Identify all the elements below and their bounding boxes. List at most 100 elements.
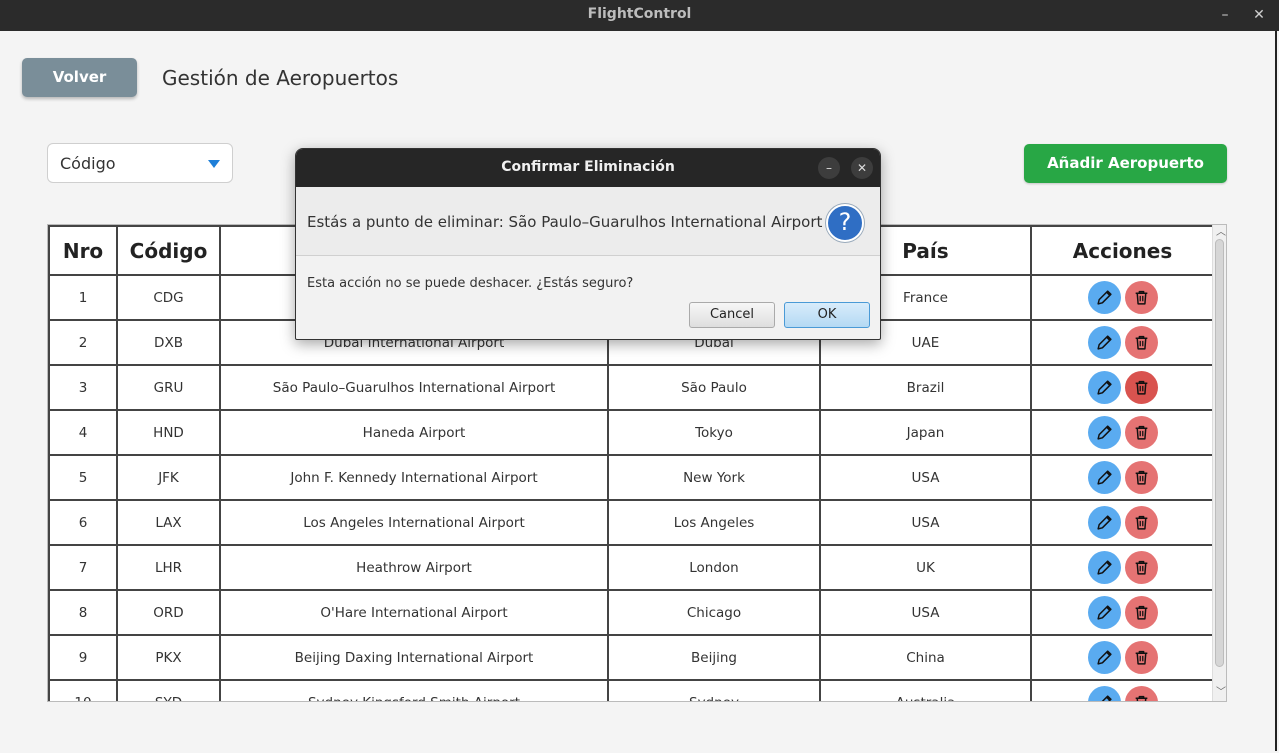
cell-country: Brazil bbox=[819, 364, 1032, 411]
table-row[interactable]: 3 GRU São Paulo–Guarulhos International Ai… bbox=[48, 364, 1215, 411]
delete-button[interactable] bbox=[1124, 326, 1158, 359]
table-row[interactable]: 7 LHR Heathrow Airport London UK bbox=[48, 544, 1215, 591]
delete-button[interactable] bbox=[1124, 686, 1158, 701]
cell-city: London bbox=[607, 544, 821, 591]
cell-name: Beijing Daxing International Airport bbox=[219, 634, 609, 681]
delete-button[interactable] bbox=[1124, 641, 1158, 674]
cell-code: CDG bbox=[116, 274, 221, 321]
cell-actions bbox=[1030, 364, 1215, 411]
chevron-down-icon bbox=[208, 160, 220, 168]
column-header-code[interactable]: Código bbox=[116, 225, 221, 276]
cell-code: LAX bbox=[116, 499, 221, 546]
cell-actions bbox=[1030, 499, 1215, 546]
delete-button[interactable] bbox=[1124, 371, 1158, 404]
cell-country: Australia bbox=[819, 679, 1032, 701]
edit-button[interactable] bbox=[1087, 506, 1121, 539]
cell-country: USA bbox=[819, 499, 1032, 546]
edit-button[interactable] bbox=[1087, 281, 1121, 314]
cell-city: Beijing bbox=[607, 634, 821, 681]
cell-actions bbox=[1030, 544, 1215, 591]
cell-actions bbox=[1030, 589, 1215, 636]
close-icon[interactable]: ✕ bbox=[1248, 4, 1270, 26]
edit-button[interactable] bbox=[1087, 416, 1121, 449]
cell-code: PKX bbox=[116, 634, 221, 681]
table-row[interactable]: 9 PKX Beijing Daxing International Airport… bbox=[48, 634, 1215, 681]
cell-name: O'Hare International Airport bbox=[219, 589, 609, 636]
cell-actions bbox=[1030, 274, 1215, 321]
cell-code: DXB bbox=[116, 319, 221, 366]
cell-city: São Paulo bbox=[607, 364, 821, 411]
table-row[interactable]: 8 ORD O'Hare International Airport Chicago U… bbox=[48, 589, 1215, 636]
cell-actions bbox=[1030, 319, 1215, 366]
cell-code: JFK bbox=[116, 454, 221, 501]
column-header-actions: Acciones bbox=[1030, 225, 1215, 276]
add-airport-button[interactable]: Añadir Aeropuerto bbox=[1024, 144, 1227, 183]
cell-actions bbox=[1030, 409, 1215, 456]
scroll-down-icon[interactable]: ﹀ bbox=[1216, 688, 1226, 698]
back-button[interactable]: Volver bbox=[22, 58, 137, 97]
table-row[interactable]: 4 HND Haneda Airport Tokyo Japan bbox=[48, 409, 1215, 456]
cell-nro: 8 bbox=[48, 589, 118, 636]
cell-city: Tokyo bbox=[607, 409, 821, 456]
cell-nro: 3 bbox=[48, 364, 118, 411]
cell-nro: 2 bbox=[48, 319, 118, 366]
cell-city: Chicago bbox=[607, 589, 821, 636]
scroll-up-icon[interactable]: ︿ bbox=[1216, 228, 1226, 238]
cell-city: New York bbox=[607, 454, 821, 501]
window-title: FlightControl bbox=[587, 6, 692, 22]
cell-nro: 5 bbox=[48, 454, 118, 501]
cell-nro: 6 bbox=[48, 499, 118, 546]
cell-actions bbox=[1030, 634, 1215, 681]
dialog-content-text: Esta acción no se puede deshacer. ¿Estás… bbox=[307, 276, 634, 291]
dialog-masthead: Estás a punto de eliminar: São Paulo–Gua… bbox=[296, 187, 880, 256]
cell-nro: 9 bbox=[48, 634, 118, 681]
edit-button[interactable] bbox=[1087, 551, 1121, 584]
ok-button[interactable]: OK bbox=[784, 302, 870, 328]
delete-button[interactable] bbox=[1124, 281, 1158, 314]
cell-country: UK bbox=[819, 544, 1032, 591]
cell-country: USA bbox=[819, 589, 1032, 636]
dialog-title: Confirmar Eliminación bbox=[501, 159, 675, 175]
edit-button[interactable] bbox=[1087, 596, 1121, 629]
edit-button[interactable] bbox=[1087, 461, 1121, 494]
minimize-icon[interactable]: – bbox=[1214, 4, 1236, 26]
question-icon: ? bbox=[826, 204, 864, 242]
delete-button[interactable] bbox=[1124, 551, 1158, 584]
dialog-minimize-icon[interactable]: – bbox=[818, 157, 840, 179]
cell-actions bbox=[1030, 679, 1215, 701]
cell-code: HND bbox=[116, 409, 221, 456]
table-scrollbar[interactable]: ︿ ﹀ bbox=[1212, 225, 1226, 701]
cell-code: SYD bbox=[116, 679, 221, 701]
table-row[interactable]: 10SYDSydney Kingsford Smith AirportSydne… bbox=[48, 679, 1215, 701]
cell-nro: 4 bbox=[48, 409, 118, 456]
delete-button[interactable] bbox=[1124, 416, 1158, 449]
filter-selected-value: Código bbox=[60, 154, 116, 173]
delete-button[interactable] bbox=[1124, 596, 1158, 629]
edit-button[interactable] bbox=[1087, 686, 1121, 701]
table-row[interactable]: 5 JFK John F. Kennedy International Airpor… bbox=[48, 454, 1215, 501]
cancel-button[interactable]: Cancel bbox=[689, 302, 775, 328]
cell-nro: 10 bbox=[48, 679, 118, 701]
cell-city: Los Angeles bbox=[607, 499, 821, 546]
cell-name: John F. Kennedy International Airport bbox=[219, 454, 609, 501]
cell-name: São Paulo–Guarulhos International Airpor… bbox=[219, 364, 609, 411]
cell-code: LHR bbox=[116, 544, 221, 591]
delete-button[interactable] bbox=[1124, 506, 1158, 539]
cell-country: China bbox=[819, 634, 1032, 681]
cell-city: Sydney bbox=[607, 679, 821, 701]
cell-actions bbox=[1030, 454, 1215, 501]
edit-button[interactable] bbox=[1087, 371, 1121, 404]
app-content: Volver Gestión de Aeropuertos Código Aña… bbox=[0, 31, 1277, 751]
edit-button[interactable] bbox=[1087, 326, 1121, 359]
scrollbar-thumb[interactable] bbox=[1215, 239, 1224, 667]
table-row[interactable]: 6 LAX Los Angeles International Airport Los… bbox=[48, 499, 1215, 546]
dialog-header-text: Estás a punto de eliminar: São Paulo–Gua… bbox=[307, 213, 823, 231]
cell-name: Heathrow Airport bbox=[219, 544, 609, 591]
dialog-titlebar: Confirmar Eliminación – ✕ bbox=[296, 149, 880, 187]
column-header-nro[interactable]: Nro bbox=[48, 225, 118, 276]
filter-select[interactable]: Código bbox=[47, 143, 233, 183]
dialog-close-icon[interactable]: ✕ bbox=[851, 157, 873, 179]
edit-button[interactable] bbox=[1087, 641, 1121, 674]
delete-button[interactable] bbox=[1124, 461, 1158, 494]
cell-name: Haneda Airport bbox=[219, 409, 609, 456]
